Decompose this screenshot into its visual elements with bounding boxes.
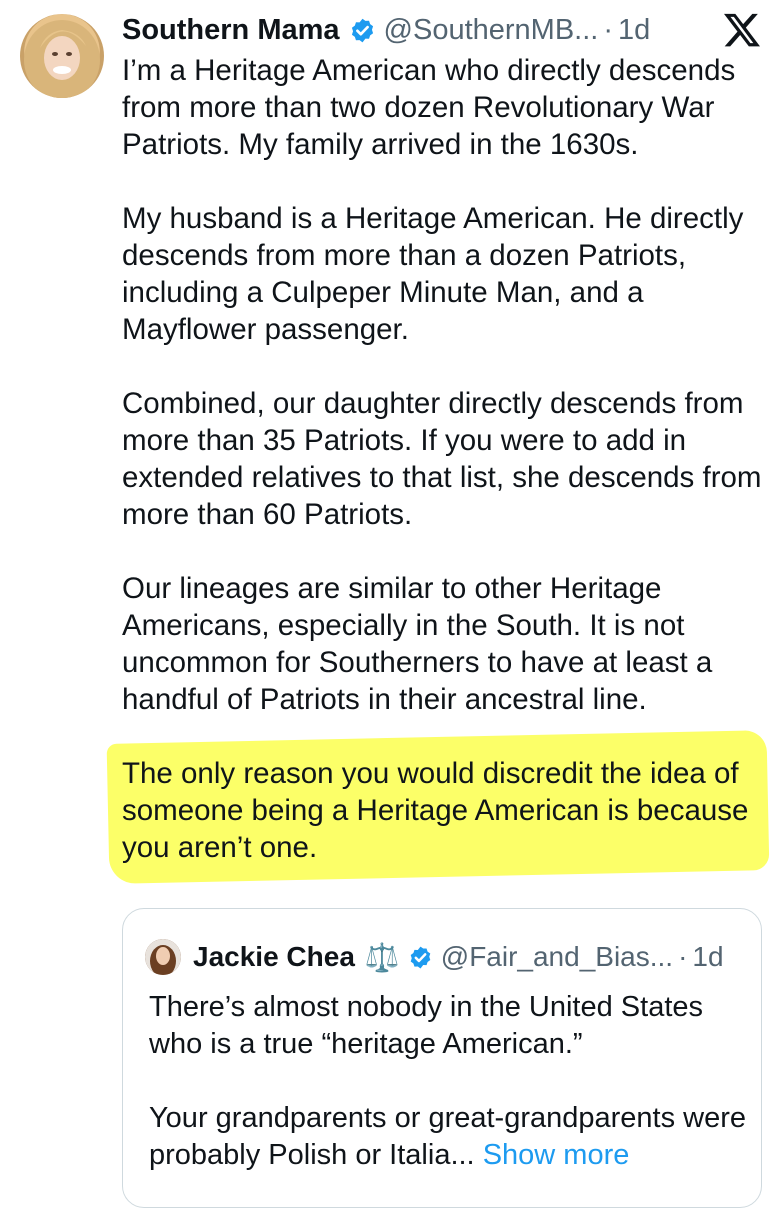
tweet-header: Southern Mama @SouthernMB... · 1d (122, 8, 712, 52)
author-avatar-image (24, 20, 100, 98)
quoted-tweet-header: Jackie Chea ⚖️ @Fair_and_Bias... · 1d (145, 937, 741, 977)
separator-dot: · (678, 941, 688, 972)
quoted-author-name[interactable]: Jackie Chea (193, 941, 355, 973)
author-name[interactable]: Southern Mama (122, 14, 340, 47)
tweet-paragraph: Our lineages are similar to other Herita… (122, 572, 713, 716)
verified-badge-icon (408, 945, 433, 970)
quoted-paragraph: There’s almost nobody in the United Stat… (149, 991, 704, 1060)
timestamp[interactable]: 1d (618, 14, 650, 47)
author-handle[interactable]: @SouthernMB... (384, 14, 599, 47)
tweet-paragraph: My husband is a Heritage American. He di… (122, 202, 744, 346)
quoted-author-handle[interactable]: @Fair_and_Bias... (441, 941, 673, 973)
x-logo-icon[interactable] (722, 10, 762, 50)
quoted-author-avatar-image (145, 939, 181, 975)
verified-badge-icon (349, 17, 376, 44)
tweet-paragraph: I’m a Heritage American who directly des… (122, 54, 736, 161)
highlighted-text: The only reason you would discredit the … (122, 757, 749, 864)
show-more-link[interactable]: Show more (483, 1139, 630, 1171)
quoted-timestamp[interactable]: 1d (692, 941, 723, 973)
quoted-tweet-card[interactable]: Jackie Chea ⚖️ @Fair_and_Bias... · 1d Th… (122, 908, 762, 1208)
highlighted-paragraph: The only reason you would discredit the … (106, 730, 770, 884)
quoted-paragraph-truncated: Your grandparents or great-grandparents … (149, 1100, 749, 1174)
author-avatar[interactable] (20, 14, 104, 98)
quoted-author-avatar[interactable] (145, 939, 181, 975)
tweet-text: I’m a Heritage American who directly des… (106, 52, 770, 903)
separator-dot: · (603, 13, 614, 46)
tweet-paragraph: Combined, our daughter directly descends… (122, 387, 762, 531)
scales-emoji-icon: ⚖️ (364, 941, 400, 973)
quoted-paragraph-text: Your grandparents or great-grandparents … (149, 1102, 747, 1171)
quoted-tweet-text: There’s almost nobody in the United Stat… (149, 989, 749, 1174)
